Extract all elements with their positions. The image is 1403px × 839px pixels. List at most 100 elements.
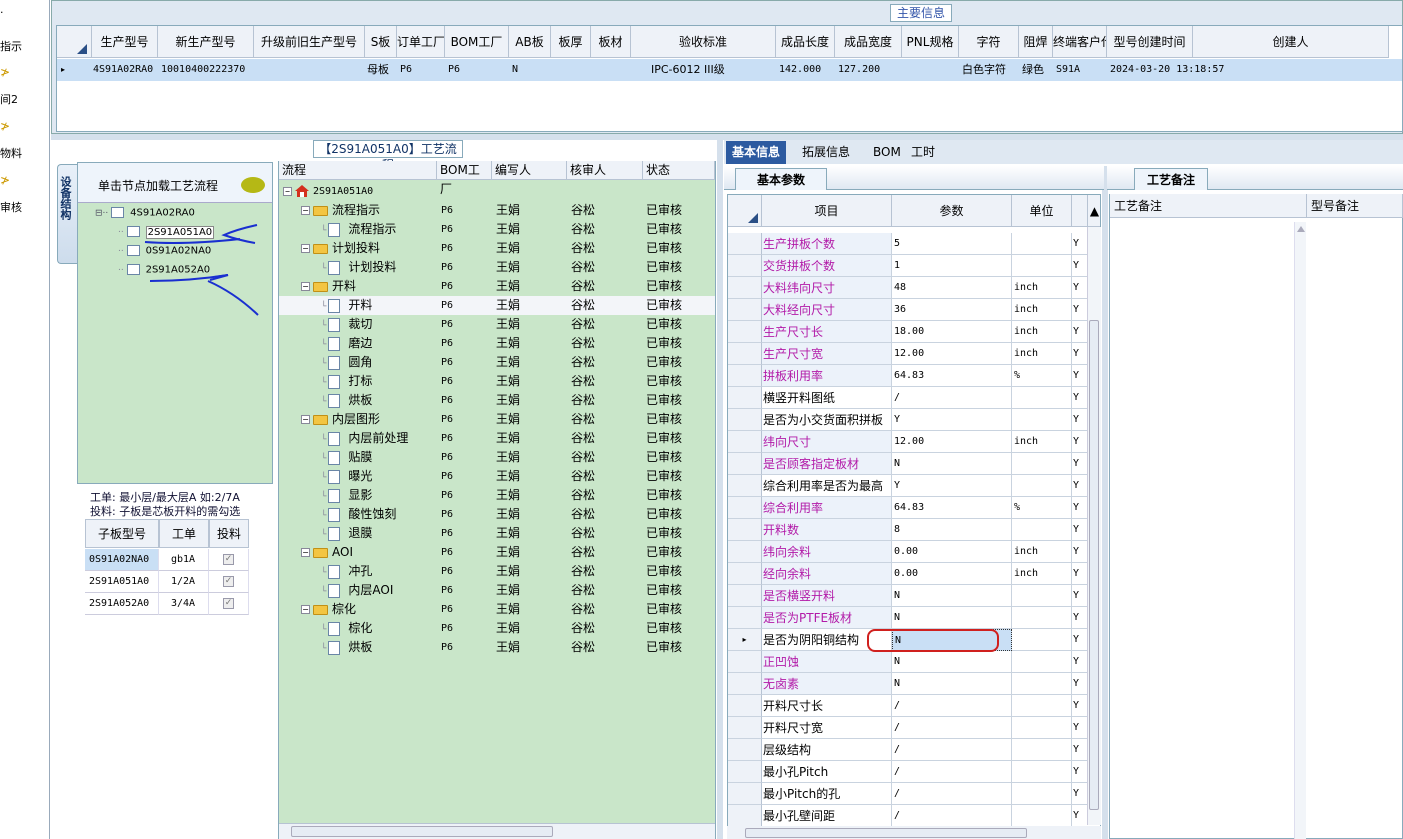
- process-row[interactable]: └ 显影 P6 王娟 谷松 已审核: [279, 486, 715, 505]
- process-row[interactable]: − 开料 P6 王娟 谷松 已审核: [279, 277, 715, 296]
- grid-cell[interactable]: [591, 59, 631, 81]
- process-row[interactable]: └ 冲孔 P6 王娟 谷松 已审核: [279, 562, 715, 581]
- collapse-icon[interactable]: −: [301, 605, 310, 614]
- param-row[interactable]: 横竖开料图纸 / Y: [728, 387, 1100, 409]
- row-selector[interactable]: [728, 563, 762, 585]
- collapse-icon[interactable]: −: [283, 186, 292, 196]
- grid-cell[interactable]: 2024-03-20 13:18:57: [1110, 59, 1224, 81]
- param-value[interactable]: 12.00: [892, 343, 1012, 365]
- grid-cell[interactable]: P6: [448, 59, 512, 81]
- param-row[interactable]: 无卤素 N Y: [728, 673, 1100, 695]
- row-selector[interactable]: [728, 409, 762, 431]
- feed-checkbox[interactable]: ✓: [223, 598, 234, 609]
- grid-cell[interactable]: 绿色: [1022, 59, 1056, 81]
- process-row[interactable]: └ 开料 P6 王娟 谷松 已审核: [279, 296, 715, 315]
- grid-cell[interactable]: 母板: [367, 59, 399, 81]
- column-header[interactable]: 创建人: [1193, 26, 1389, 58]
- param-value[interactable]: 8: [892, 519, 1012, 541]
- column-header[interactable]: 终端客户代码: [1053, 26, 1107, 58]
- grid-cell[interactable]: 127.200: [838, 59, 905, 81]
- sub-board-model[interactable]: 0S91A02NA0: [85, 549, 159, 571]
- grid-cell[interactable]: N: [512, 59, 554, 81]
- scroll-thumb[interactable]: [291, 826, 553, 837]
- collapse-icon[interactable]: −: [301, 548, 310, 557]
- row-selector[interactable]: [728, 717, 762, 739]
- row-selector[interactable]: ▸: [728, 629, 762, 651]
- param-row[interactable]: 开料尺寸宽 / Y: [728, 717, 1100, 739]
- process-column-header[interactable]: 核审人: [567, 161, 643, 180]
- param-row[interactable]: 是否为PTFE板材 N Y: [728, 607, 1100, 629]
- param-row[interactable]: 纬向余料 0.00 inch Y: [728, 541, 1100, 563]
- column-header[interactable]: 成品长度: [776, 26, 835, 58]
- param-row[interactable]: 生产尺寸宽 12.00 inch Y: [728, 343, 1100, 365]
- row-selector[interactable]: [728, 607, 762, 629]
- params-hscroll-thumb[interactable]: [745, 828, 1027, 838]
- feed-checkbox[interactable]: ✓: [223, 576, 234, 587]
- param-row[interactable]: 综合利用率是否为最高 Y Y: [728, 475, 1100, 497]
- process-column-header[interactable]: 编写人: [492, 161, 567, 180]
- param-row[interactable]: 生产尺寸长 18.00 inch Y: [728, 321, 1100, 343]
- row-selector[interactable]: [728, 255, 762, 277]
- sub-board-order[interactable]: 3/4A: [159, 593, 209, 615]
- param-row[interactable]: 是否横竖开料 N Y: [728, 585, 1100, 607]
- param-value[interactable]: 64.83: [892, 365, 1012, 387]
- grid-cell[interactable]: [551, 59, 591, 81]
- param-row[interactable]: 大料纬向尺寸 48 inch Y: [728, 277, 1100, 299]
- sub-grid-header[interactable]: 投料: [209, 519, 249, 548]
- row-selector[interactable]: [728, 387, 762, 409]
- left-nav-item[interactable]: 间2: [0, 91, 18, 107]
- param-value[interactable]: 36: [892, 299, 1012, 321]
- collapse-icon[interactable]: −: [301, 244, 310, 253]
- row-selector[interactable]: [728, 783, 762, 805]
- grid-cell[interactable]: [902, 59, 959, 81]
- process-row[interactable]: └ 烘板 P6 王娟 谷松 已审核: [279, 391, 715, 410]
- param-row[interactable]: 层级结构 / Y: [728, 739, 1100, 761]
- column-header[interactable]: 字符: [959, 26, 1019, 58]
- param-column-header[interactable]: 参数: [892, 195, 1012, 227]
- table-row[interactable]: ▸ 4S91A02RA0 10010400222370 母板 P6 P6 N IPC-6012…: [57, 59, 1402, 81]
- vertical-splitter-right[interactable]: [1102, 166, 1108, 839]
- process-row[interactable]: └ 退膜 P6 王娟 谷松 已审核: [279, 524, 715, 543]
- process-row[interactable]: └ 打标 P6 王娟 谷松 已审核: [279, 372, 715, 391]
- param-value[interactable]: Y: [892, 475, 1012, 497]
- param-row[interactable]: 经向余料 0.00 inch Y: [728, 563, 1100, 585]
- process-column-header[interactable]: 状态: [643, 161, 715, 180]
- param-row[interactable]: 大料经向尺寸 36 inch Y: [728, 299, 1100, 321]
- row-selector[interactable]: [728, 673, 762, 695]
- param-value[interactable]: N: [892, 607, 1012, 629]
- column-header[interactable]: AB板: [509, 26, 551, 58]
- param-value[interactable]: Y: [892, 409, 1012, 431]
- collapse-icon[interactable]: −: [301, 415, 310, 424]
- process-column-header[interactable]: BOM工厂: [437, 161, 492, 196]
- column-header[interactable]: 板厚: [551, 26, 591, 58]
- column-header[interactable]: PNL规格: [902, 26, 959, 58]
- param-row[interactable]: 交货拼板个数 1 Y: [728, 255, 1100, 277]
- param-row[interactable]: 开料尺寸长 / Y: [728, 695, 1100, 717]
- param-value[interactable]: /: [892, 805, 1012, 827]
- grid-cell[interactable]: 142.000: [779, 59, 838, 81]
- process-row[interactable]: └ 贴膜 P6 王娟 谷松 已审核: [279, 448, 715, 467]
- row-selector[interactable]: [728, 343, 762, 365]
- row-selector[interactable]: [728, 299, 762, 321]
- param-value[interactable]: 18.00: [892, 321, 1012, 343]
- row-selector[interactable]: [728, 277, 762, 299]
- process-row[interactable]: └ 磨边 P6 王娟 谷松 已审核: [279, 334, 715, 353]
- grid-cell[interactable]: P6: [400, 59, 448, 81]
- sub-board-model[interactable]: 2S91A051A0: [85, 571, 159, 593]
- vertical-splitter-left[interactable]: [717, 140, 723, 839]
- row-selector[interactable]: [728, 695, 762, 717]
- param-row[interactable]: 是否顾客指定板材 N Y: [728, 453, 1100, 475]
- param-value[interactable]: N: [892, 673, 1012, 695]
- param-value[interactable]: 64.83: [892, 497, 1012, 519]
- param-value[interactable]: N: [892, 453, 1012, 475]
- process-row[interactable]: └ 曝光 P6 王娟 谷松 已审核: [279, 467, 715, 486]
- column-header[interactable]: 验收标准: [631, 26, 776, 58]
- params-scroll-thumb[interactable]: [1089, 320, 1099, 810]
- process-row[interactable]: └ 流程指示 P6 王娟 谷松 已审核: [279, 220, 715, 239]
- param-row[interactable]: 综合利用率 64.83% Y: [728, 497, 1100, 519]
- param-row[interactable]: 生产拼板个数 5 Y: [728, 233, 1100, 255]
- param-value[interactable]: /: [892, 783, 1012, 805]
- grid-cell[interactable]: [1193, 59, 1389, 81]
- collapse-icon[interactable]: −: [301, 282, 310, 291]
- param-row[interactable]: 最小孔Pitch / Y: [728, 761, 1100, 783]
